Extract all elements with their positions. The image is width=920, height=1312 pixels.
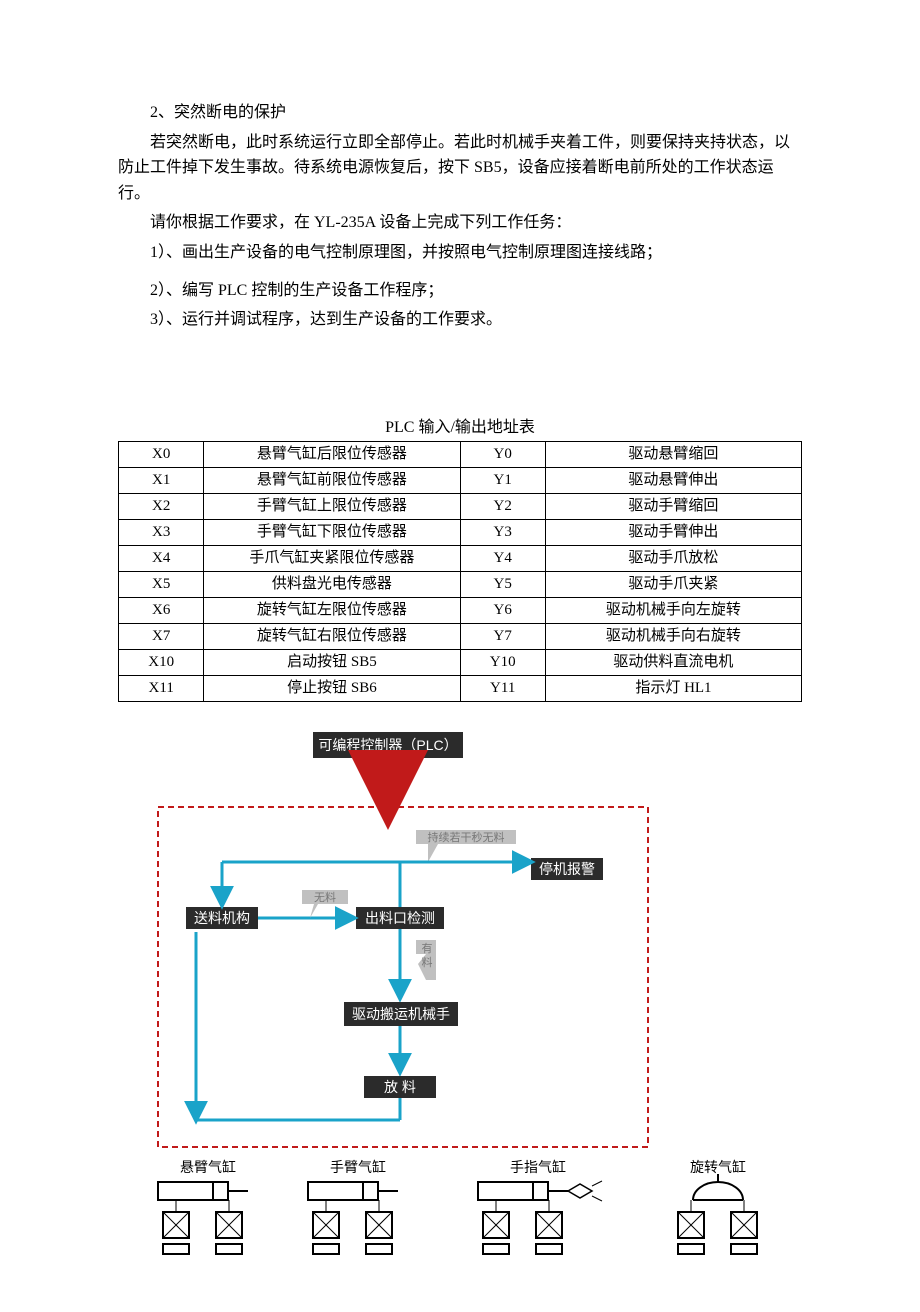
body-para: 2、突然断电的保护 — [118, 100, 802, 126]
drive-arm-label: 驱动搬运机械手 — [352, 1006, 450, 1022]
timeout-note: 持续若干秒无料 — [428, 830, 505, 844]
table-row: X11停止按钮 SB6Y11指示灯 HL1 — [119, 675, 802, 701]
plc-box-label: 可编程控制器（PLC） — [318, 737, 457, 753]
nomat-note: 无料 — [314, 890, 336, 904]
table-row: X3手臂气缸下限位传感器Y3驱动手臂伸出 — [119, 519, 802, 545]
table-row: X10启动按钮 SB5Y10驱动供料直流电机 — [119, 649, 802, 675]
body-para: 2）、编写 PLC 控制的生产设备工作程序； — [118, 278, 802, 304]
table-row: X1悬臂气缸前限位传感器Y1驱动悬臂伸出 — [119, 467, 802, 493]
table-row: X0悬臂气缸后限位传感器Y0驱动悬臂缩回 — [119, 441, 802, 467]
hasmat-note-2: 料 — [422, 955, 433, 969]
detect-box-label: 出料口检测 — [365, 910, 435, 926]
boom-cyl-label: 悬臂气缸 — [180, 1159, 236, 1175]
body-para: 3）、运行并调试程序，达到生产设备的工作要求。 — [118, 307, 802, 333]
finger-cyl-icon — [478, 1181, 602, 1254]
place-label: 放 料 — [384, 1079, 416, 1095]
body-para: 若突然断电，此时系统运行立即全部停止。若此时机械手夹着工件，则要保持夹持状态，以… — [118, 130, 802, 207]
io-address-table: X0悬臂气缸后限位传感器Y0驱动悬臂缩回X1悬臂气缸前限位传感器Y1驱动悬臂伸出… — [118, 441, 802, 702]
boom-cyl-icon — [158, 1182, 248, 1254]
body-para: 请你根据工作要求，在 YL-235A 设备上完成下列工作任务： — [118, 210, 802, 236]
table-title: PLC 输入/输出地址表 — [118, 413, 802, 437]
alarm-box-label: 停机报警 — [539, 861, 595, 877]
arm-cyl-icon — [308, 1182, 398, 1254]
rotate-cyl-icon — [678, 1174, 757, 1254]
rotate-cyl-label: 旋转气缸 — [690, 1159, 746, 1175]
arm-cyl-label: 手臂气缸 — [330, 1159, 386, 1175]
table-row: X6旋转气缸左限位传感器Y6驱动机械手向左旋转 — [119, 597, 802, 623]
table-row: X7旋转气缸右限位传感器Y7驱动机械手向右旋转 — [119, 623, 802, 649]
table-row: X5供料盘光电传感器Y5驱动手爪夹紧 — [119, 571, 802, 597]
body-para: 1）、画出生产设备的电气控制原理图，并按照电气控制原理图连接线路； — [118, 240, 802, 266]
process-diagram: 可编程控制器（PLC） 停机报警 持续若干秒无料 送料机构 出料口检测 — [118, 732, 802, 1272]
feed-box-label: 送料机构 — [194, 910, 250, 926]
finger-cyl-label: 手指气缸 — [510, 1159, 566, 1175]
table-row: X4手爪气缸夹紧限位传感器Y4驱动手爪放松 — [119, 545, 802, 571]
table-row: X2手臂气缸上限位传感器Y2驱动手臂缩回 — [119, 493, 802, 519]
hasmat-note-1: 有 — [422, 941, 433, 955]
